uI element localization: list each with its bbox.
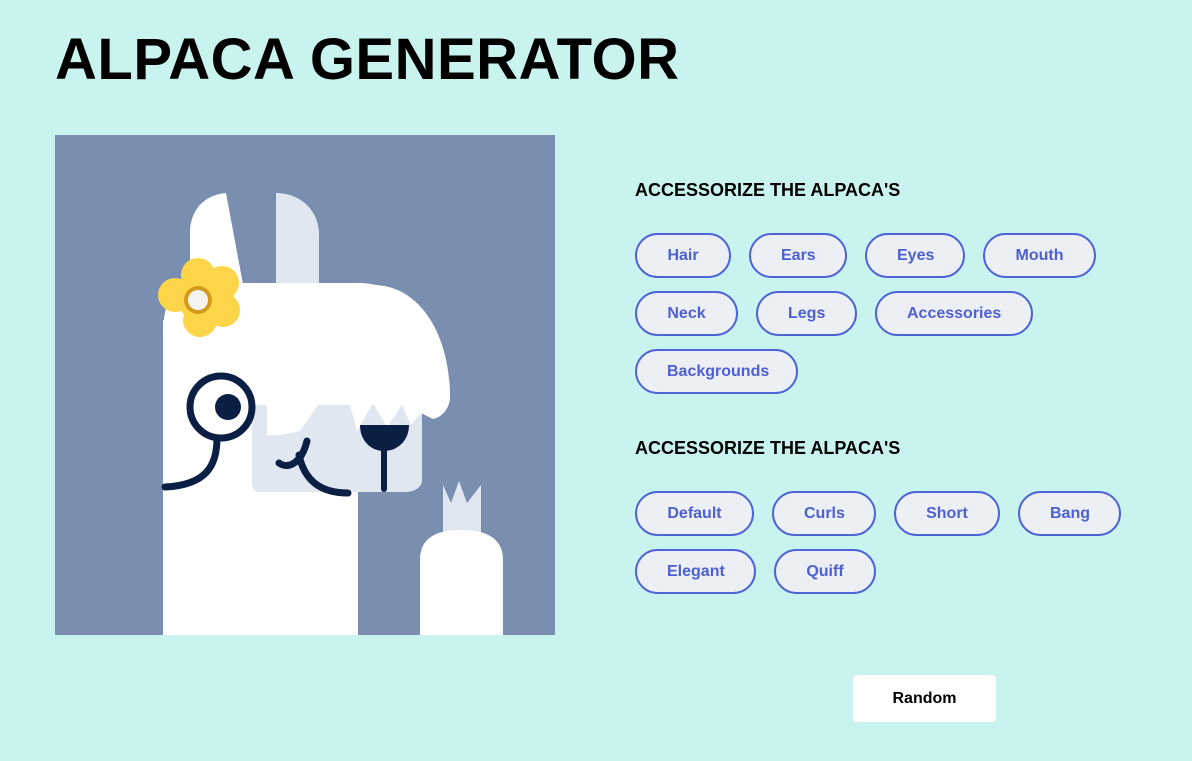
accessorize-buttons: Hair Ears Eyes Mouth Neck Legs Accessori…: [635, 233, 1135, 394]
style-quiff-button[interactable]: Quiff: [774, 549, 876, 594]
accessorize-heading: ACCESSORIZE THE ALPACA'S: [635, 180, 901, 200]
alpaca-preview: [55, 135, 555, 635]
style-default-button[interactable]: Default: [635, 491, 754, 536]
accessories-button[interactable]: Accessories: [875, 291, 1033, 336]
ears-button[interactable]: Ears: [749, 233, 847, 278]
style-bang-button[interactable]: Bang: [1018, 491, 1121, 536]
page-title: ALPACA GENERATOR: [55, 27, 680, 92]
style-elegant-button[interactable]: Elegant: [635, 549, 756, 594]
style-buttons: Default Curls Short Bang Elegant Quiff: [635, 491, 1135, 594]
hair-button[interactable]: Hair: [635, 233, 731, 278]
eyes-button[interactable]: Eyes: [865, 233, 965, 278]
backgrounds-button[interactable]: Backgrounds: [635, 349, 798, 394]
style-short-button[interactable]: Short: [894, 491, 1000, 536]
alpaca-illustration: [55, 135, 555, 635]
neck-button[interactable]: Neck: [635, 291, 738, 336]
style-curls-button[interactable]: Curls: [772, 491, 876, 536]
mouth-button[interactable]: Mouth: [983, 233, 1096, 278]
style-heading: ACCESSORIZE THE ALPACA'S: [635, 438, 901, 458]
legs-button[interactable]: Legs: [756, 291, 857, 336]
random-button[interactable]: Random: [853, 675, 996, 722]
